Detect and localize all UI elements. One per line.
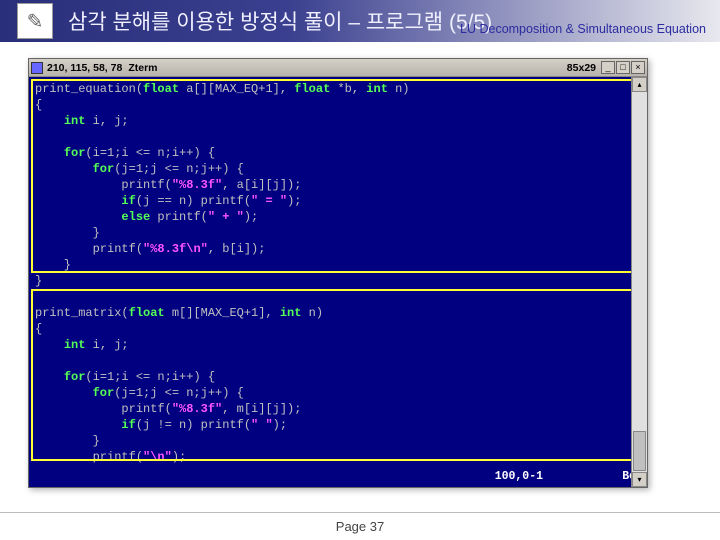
terminal-statusbar: 100,0-1 Bot: [33, 469, 643, 485]
maximize-button[interactable]: □: [616, 61, 630, 74]
code-line: {: [35, 321, 641, 337]
code-line: print_equation(float a[][MAX_EQ+1], floa…: [35, 81, 641, 97]
scroll-up-button[interactable]: ▴: [632, 77, 647, 92]
code-line: }: [35, 273, 641, 289]
code-line: }: [35, 257, 641, 273]
terminal-scrollbar[interactable]: ▴ ▾: [631, 77, 647, 487]
code-line: [35, 129, 641, 145]
code-line: for(i=1;i <= n;i++) {: [35, 369, 641, 385]
code-line: [35, 289, 641, 305]
code-line: for(j=1;j <= n;j++) {: [35, 161, 641, 177]
code-line: if(j != n) printf(" ");: [35, 417, 641, 433]
status-position: 100,0-1: [33, 469, 583, 485]
terminal-dims: 85x29: [567, 62, 596, 74]
terminal-app-name: Zterm: [128, 62, 157, 74]
minimize-button[interactable]: _: [601, 61, 615, 74]
logo-box: ✎: [18, 4, 52, 38]
code-line: int i, j;: [35, 113, 641, 129]
code-line: for(j=1;j <= n;j++) {: [35, 385, 641, 401]
code-line: {: [35, 97, 641, 113]
page-number: Page 37: [336, 519, 384, 534]
code-line: print_matrix(float m[][MAX_EQ+1], int n): [35, 305, 641, 321]
scroll-down-button[interactable]: ▾: [632, 472, 647, 487]
terminal-coords: 210, 115, 58, 78: [47, 62, 122, 74]
scroll-track[interactable]: [632, 92, 647, 472]
code-line: }: [35, 433, 641, 449]
code-line: printf("%8.3f", a[i][j]);: [35, 177, 641, 193]
code-line: printf("%8.3f", m[i][j]);: [35, 401, 641, 417]
slide-subtitle: LU Decomposition & Simultaneous Equation: [460, 22, 706, 36]
code-line: }: [35, 225, 641, 241]
code-line: [35, 353, 641, 369]
book-icon: ✎: [27, 9, 44, 34]
code-line: for(i=1;i <= n;i++) {: [35, 145, 641, 161]
code-line: printf("\n");: [35, 449, 641, 465]
page-footer: Page 37: [0, 512, 720, 534]
terminal-app-icon: [31, 62, 43, 74]
terminal-titlebar[interactable]: 210, 115, 58, 78 Zterm 85x29 _ □ ×: [29, 59, 647, 77]
code-line: printf("%8.3f\n", b[i]);: [35, 241, 641, 257]
code-line: else printf(" + ");: [35, 209, 641, 225]
close-button[interactable]: ×: [631, 61, 645, 74]
slide-title: 삼각 분해를 이용한 방정식 풀이 – 프로그램 (5/5): [68, 6, 492, 36]
code-line: int i, j;: [35, 337, 641, 353]
scroll-thumb[interactable]: [633, 431, 646, 471]
terminal-window: 210, 115, 58, 78 Zterm 85x29 _ □ × print…: [28, 58, 648, 488]
code-line: if(j == n) printf(" = ");: [35, 193, 641, 209]
terminal-body: print_equation(float a[][MAX_EQ+1], floa…: [29, 77, 647, 487]
